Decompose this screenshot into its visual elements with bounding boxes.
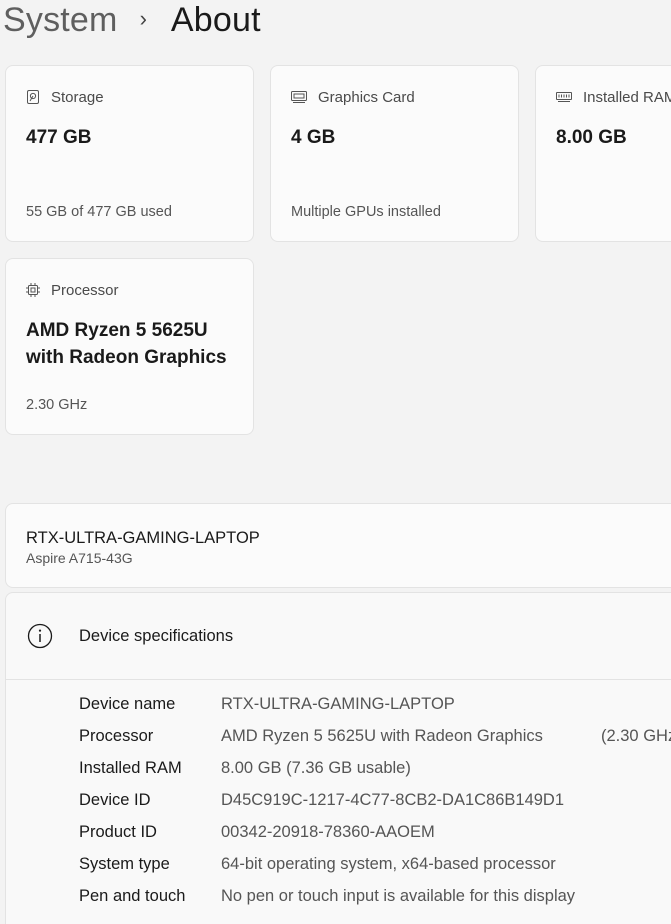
spec-value[interactable]: AMD Ryzen 5 5625U with Radeon Graphics (221, 727, 543, 746)
graphics-card-header: Graphics Card (291, 86, 498, 108)
graphics-card-card[interactable]: Graphics Card 4 GB Multiple GPUs install… (270, 65, 519, 242)
spec-key: Device ID (79, 790, 151, 809)
spec-value[interactable]: D45C919C-1217-4C77-8CB2-DA1C86B149D1 (221, 791, 564, 810)
spec-row-system-type: System type 64-bit operating system, x64… (79, 848, 556, 880)
ram-card-header: Installed RAM (556, 86, 671, 108)
spec-row-processor: Processor AMD Ryzen 5 5625U with Radeon … (79, 720, 671, 752)
spec-key: Processor (79, 726, 154, 745)
spec-row-pen-and-touch: Pen and touch No pen or touch input is a… (79, 880, 575, 912)
about-page: System › About Storage 477 GB 55 GB of 4… (0, 0, 671, 924)
page-title: About (170, 0, 261, 39)
graphics-card-value: 4 GB (291, 127, 336, 148)
device-specifications-title: Device specifications (79, 626, 234, 645)
processor-card[interactable]: Processor AMD Ryzen 5 5625U with Radeon … (5, 258, 254, 435)
device-specifications-panel: Device specifications Device name RTX-UL… (5, 592, 671, 924)
spec-key: System type (79, 854, 170, 873)
storage-value: 477 GB (26, 127, 92, 148)
processor-value-line2: with Radeon Graphics (26, 347, 227, 368)
processor-value-line1: AMD Ryzen 5 5625U (26, 320, 208, 341)
spec-key: Pen and touch (79, 886, 186, 905)
spec-value-extra[interactable]: (2.30 GHz) (601, 727, 671, 746)
device-model: Aspire A715-43G (26, 550, 133, 566)
chevron-right-icon: › (139, 6, 147, 31)
device-name: RTX-ULTRA-GAMING-LAPTOP (26, 529, 260, 547)
storage-card[interactable]: Storage 477 GB 55 GB of 477 GB used (5, 65, 254, 242)
breadcrumb-system[interactable]: System (3, 1, 118, 40)
spec-key: Installed RAM (79, 758, 182, 777)
spec-row-device-id: Device ID D45C919C-1217-4C77-8CB2-DA1C86… (79, 784, 564, 816)
ram-icon (556, 90, 572, 104)
breadcrumb: System › About (3, 0, 261, 44)
storage-card-header: Storage (26, 86, 233, 108)
graphics-card-icon (291, 90, 307, 104)
device-specifications-header[interactable]: Device specifications (6, 593, 671, 680)
device-name-panel[interactable]: RTX-ULTRA-GAMING-LAPTOP Aspire A715-43G (5, 503, 671, 588)
storage-icon (26, 90, 40, 104)
spec-value[interactable]: RTX-ULTRA-GAMING-LAPTOP (221, 695, 455, 714)
processor-label: Processor (51, 281, 119, 299)
spec-key: Device name (79, 694, 176, 713)
spec-row-installed-ram: Installed RAM 8.00 GB (7.36 GB usable) (79, 752, 411, 784)
ram-value: 8.00 GB (556, 127, 627, 148)
graphics-card-label: Graphics Card (318, 88, 415, 106)
storage-label: Storage (51, 88, 104, 106)
graphics-card-sub: Multiple GPUs installed (291, 204, 441, 220)
processor-value: AMD Ryzen 5 5625U with Radeon Graphics (26, 317, 233, 371)
spec-row-product-id: Product ID 00342-20918-78360-AAOEM (79, 816, 435, 848)
spec-key: Product ID (79, 822, 157, 841)
spec-value[interactable]: 64-bit operating system, x64-based proce… (221, 855, 556, 874)
spec-value[interactable]: No pen or touch input is available for t… (221, 887, 575, 906)
ram-label: Installed RAM (583, 88, 671, 106)
processor-speed: 2.30 GHz (26, 397, 88, 413)
info-icon (27, 623, 53, 649)
storage-usage: 55 GB of 477 GB used (26, 204, 172, 220)
spec-row-device-name: Device name RTX-ULTRA-GAMING-LAPTOP (79, 688, 455, 720)
spec-value[interactable]: 00342-20918-78360-AAOEM (221, 823, 435, 842)
processor-icon (26, 283, 40, 297)
spec-value[interactable]: 8.00 GB (7.36 GB usable) (221, 759, 411, 778)
processor-card-header: Processor (26, 279, 233, 301)
installed-ram-card[interactable]: Installed RAM 8.00 GB (535, 65, 671, 242)
